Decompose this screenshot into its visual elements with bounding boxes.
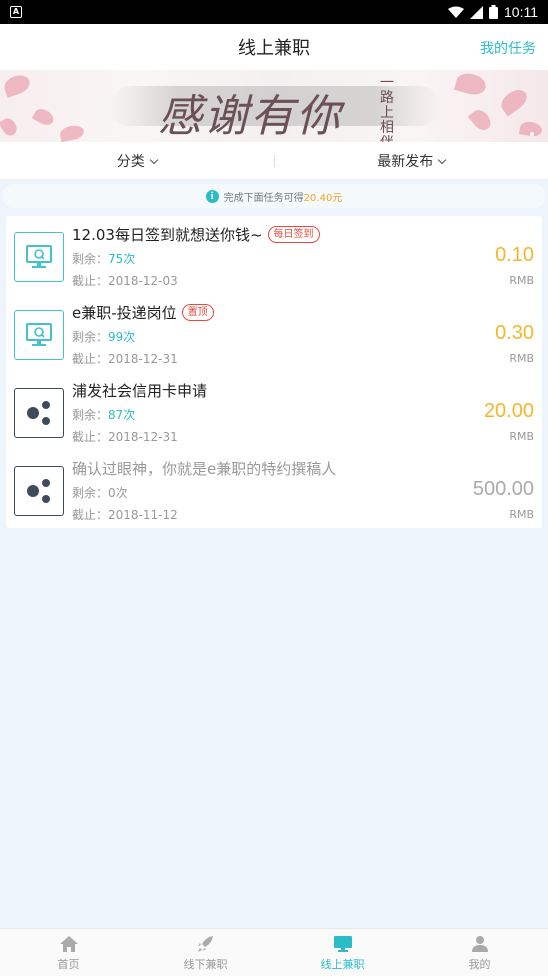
price-unit: RMB <box>509 430 534 443</box>
petal-decoration <box>58 124 86 142</box>
app-header: 线上兼职 我的任务 <box>0 24 548 70</box>
reward-notice: i 完成下面任务可得 20.40元 <box>2 184 546 208</box>
category-filter-label: 分类 <box>116 153 145 170</box>
petal-decoration <box>467 106 495 134</box>
tab-online-jobs[interactable]: 线上兼职 <box>274 929 411 976</box>
task-tag: 每日签到 <box>267 226 320 243</box>
banner-vertical-text: 一路上相伴 <box>380 75 394 143</box>
share-dots-icon <box>14 388 64 438</box>
petal-decoration <box>0 115 20 139</box>
monitor-icon <box>333 936 352 952</box>
bottom-tab-bar: 首页 线下兼职 线上兼职 我的 <box>0 928 548 976</box>
carousel-indicator[interactable] <box>530 132 534 136</box>
wifi-icon <box>448 6 464 18</box>
monitor-refresh-icon <box>14 310 64 360</box>
task-row[interactable]: e兼职-投递岗位 置顶 剩余：99次 截止：2018-12-31 0.30 RM… <box>6 294 542 372</box>
category-filter[interactable]: 分类 <box>0 151 274 171</box>
task-row[interactable]: 确认过眼神，你就是e兼职的特约撰稿人 剩余：0次 截止：2018-11-12 5… <box>6 450 542 528</box>
remaining-label: 剩余： <box>72 486 109 500</box>
signal-icon <box>470 5 483 19</box>
petal-decoration <box>31 105 57 129</box>
remaining-label: 剩余： <box>72 408 109 422</box>
tab-label: 线下兼职 <box>183 958 228 971</box>
notice-amount: 20.40元 <box>303 192 343 204</box>
remaining-count: 99次 <box>108 330 136 344</box>
remaining-count: 0次 <box>108 486 128 500</box>
status-bar: A 10:11 <box>0 0 548 24</box>
remaining-count: 87次 <box>108 408 136 422</box>
notice-text: 完成下面任务可得 <box>223 192 304 204</box>
tab-mine[interactable]: 我的 <box>411 929 548 976</box>
task-remaining: 剩余：99次 <box>72 328 135 345</box>
tab-label: 线上兼职 <box>320 958 365 971</box>
sort-filter[interactable]: 最新发布 <box>275 151 548 171</box>
task-deadline: 截止：2018-12-31 <box>72 430 178 444</box>
task-title: e兼职-投递岗位 <box>72 304 177 322</box>
price-unit: RMB <box>509 352 534 365</box>
petal-decoration <box>453 70 489 98</box>
page-title: 线上兼职 <box>238 38 310 59</box>
clock: 10:11 <box>504 4 538 20</box>
remaining-label: 剩余： <box>72 330 109 344</box>
filter-bar: 分类 最新发布 <box>0 142 548 180</box>
task-remaining: 剩余：87次 <box>72 406 135 423</box>
info-icon: i <box>205 189 219 203</box>
task-list: 12.03每日签到就想送你钱~ 每日签到 剩余：75次 截止：2018-12-0… <box>6 216 542 528</box>
task-deadline: 截止：2018-12-03 <box>72 274 178 288</box>
user-icon <box>471 936 488 952</box>
chevron-down-icon <box>438 155 447 164</box>
chevron-down-icon <box>149 155 158 164</box>
task-price: 20.00 <box>483 400 534 422</box>
petal-decoration <box>1 72 33 98</box>
tab-label: 我的 <box>468 958 491 971</box>
battery-icon <box>489 5 498 19</box>
task-title: 确认过眼神，你就是e兼职的特约撰稿人 <box>72 460 337 478</box>
task-title: 12.03每日签到就想送你钱~ <box>72 226 263 244</box>
sort-filter-label: 最新发布 <box>377 153 434 170</box>
promo-banner[interactable]: 感谢有你 一路上相伴 <box>0 70 548 142</box>
task-remaining: 剩余：75次 <box>72 250 135 267</box>
task-title: 浦发社会信用卡申请 <box>72 382 208 400</box>
rocket-icon <box>197 936 213 952</box>
task-remaining: 剩余：0次 <box>72 484 128 501</box>
share-dots-icon <box>14 466 64 516</box>
petal-decoration <box>497 85 531 117</box>
my-tasks-link[interactable]: 我的任务 <box>480 38 536 58</box>
monitor-refresh-icon <box>14 232 64 282</box>
remaining-count: 75次 <box>108 252 136 266</box>
tab-home[interactable]: 首页 <box>0 929 137 976</box>
task-tag: 置顶 <box>181 304 214 321</box>
task-deadline: 截止：2018-11-12 <box>72 508 178 522</box>
task-row[interactable]: 12.03每日签到就想送你钱~ 每日签到 剩余：75次 截止：2018-12-0… <box>6 216 542 294</box>
task-row[interactable]: 浦发社会信用卡申请 剩余：87次 截止：2018-12-31 20.00 RMB <box>6 372 542 450</box>
task-deadline: 截止：2018-12-31 <box>72 352 178 366</box>
task-price: 0.30 <box>495 322 534 344</box>
home-icon <box>59 936 78 952</box>
price-unit: RMB <box>509 508 534 521</box>
tab-offline-jobs[interactable]: 线下兼职 <box>137 929 274 976</box>
notification-a-icon: A <box>10 6 22 18</box>
task-price: 500.00 <box>472 478 534 500</box>
price-unit: RMB <box>509 274 534 287</box>
task-price: 0.10 <box>495 244 534 266</box>
banner-calligraphy: 感谢有你 <box>158 91 342 142</box>
tab-label: 首页 <box>57 958 80 971</box>
remaining-label: 剩余： <box>72 252 109 266</box>
